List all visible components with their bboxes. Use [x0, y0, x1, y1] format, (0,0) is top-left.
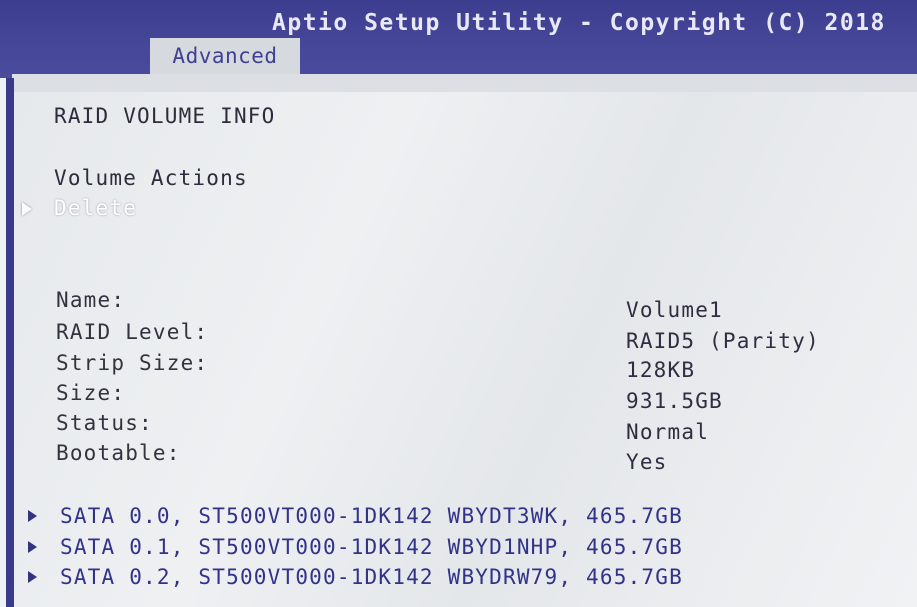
tab-advanced[interactable]: Advanced [150, 38, 300, 74]
name-label: Name: [56, 288, 126, 312]
bootable-value: Yes [626, 450, 668, 474]
panel-left-border [6, 78, 14, 607]
triangle-right-icon [28, 541, 37, 553]
app-title: Aptio Setup Utility - Copyright (C) 2018 [272, 10, 886, 36]
status-label: Status: [56, 411, 153, 435]
disk-label: SATA 0.1, ST500VT000-1DK142 WBYD1NHP, 46… [60, 535, 683, 559]
disk-label: SATA 0.0, ST500VT000-1DK142 WBYDT3WK, 46… [60, 504, 683, 528]
name-value: Volume1 [626, 298, 723, 322]
bootable-label: Bootable: [56, 441, 181, 465]
header-bar: Aptio Setup Utility - Copyright (C) 2018… [0, 0, 917, 78]
section-title: RAID VOLUME INFO [54, 104, 276, 128]
delete-label: Delete [54, 196, 138, 220]
volume-actions-label: Volume Actions [54, 166, 248, 190]
strip-size-label: Strip Size: [56, 351, 209, 375]
panel-top-border [12, 74, 917, 92]
raid-level-label: RAID Level: [56, 320, 209, 344]
triangle-right-icon [22, 202, 32, 216]
strip-size-value: 128KB [626, 358, 696, 382]
triangle-right-icon [28, 510, 37, 522]
size-label: Size: [56, 381, 126, 405]
status-value: Normal [626, 420, 710, 444]
raid-level-value: RAID5 (Parity) [626, 329, 820, 353]
disk-label: SATA 0.2, ST500VT000-1DK142 WBYDRW79, 46… [60, 565, 683, 589]
triangle-right-icon [28, 571, 37, 583]
size-value: 931.5GB [626, 389, 723, 413]
bios-screen: Aptio Setup Utility - Copyright (C) 2018… [0, 0, 917, 607]
